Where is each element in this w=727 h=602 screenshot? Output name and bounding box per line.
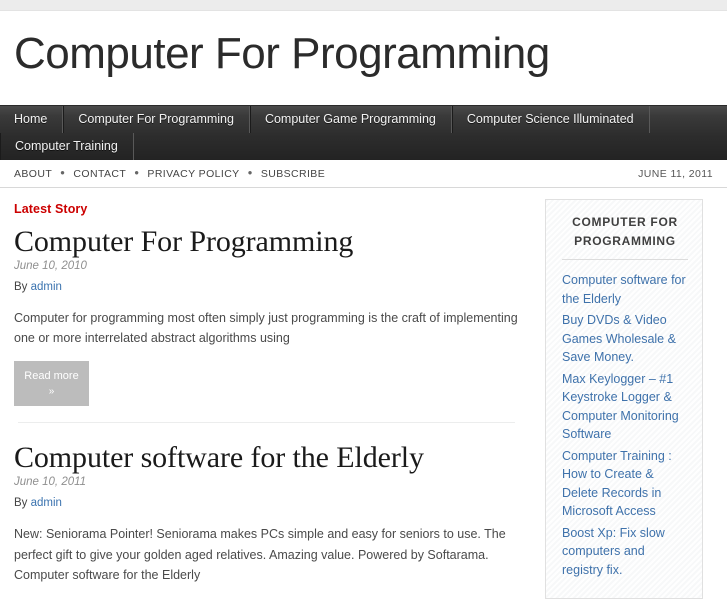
nav-item-computer-training[interactable]: Computer Training [0,133,134,160]
byline-prefix: By [14,496,28,509]
post-item: Computer software for the Elderly June 1… [14,441,523,601]
sidebar-link-buy-dvds-video-games[interactable]: Buy DVDs & Video Games Wholesale & Save … [562,311,688,367]
nav-item-home[interactable]: Home [0,106,64,133]
nav-item-computer-game-programming[interactable]: Computer Game Programming [249,106,452,133]
site-title: Computer For Programming [14,29,550,78]
list-item: Computer Training : How to Create & Dele… [562,447,688,521]
post-byline: By admin [14,497,523,509]
latest-story-label: Latest Story [14,202,88,216]
post-excerpt: Computer for programming most often simp… [14,310,518,346]
subnav-item-subscribe[interactable]: SUBSCRIBE [261,168,325,180]
post-author-link[interactable]: admin [31,281,62,293]
bullet-separator-icon: ● [134,167,140,177]
subnav-item-privacy-policy[interactable]: PRIVACY POLICY [147,168,239,180]
list-item: Max Keylogger – #1 Keystroke Logger & Co… [562,370,688,444]
sidebar-widget-divider [562,259,688,261]
post-excerpt: New: Seniorama Pointer! Seniorama makes … [14,526,506,583]
sidebar-link-max-keylogger[interactable]: Max Keylogger – #1 Keystroke Logger & Co… [562,370,688,444]
post-byline: By admin [14,281,523,293]
sidebar-widget-title: COMPUTER FOR PROGRAMMING [572,215,678,248]
chevron-right-icon: » [48,385,55,397]
list-item: Buy DVDs & Video Games Wholesale & Save … [562,311,688,367]
list-item: Boost Xp: Fix slow computers and registr… [562,524,688,580]
secondary-nav-links: ABOUT ● CONTACT ● PRIVACY POLICY ● SUBSC… [14,168,325,180]
byline-prefix: By [14,280,28,293]
sidebar-link-computer-training-microsoft-access[interactable]: Computer Training : How to Create & Dele… [562,447,688,521]
bullet-separator-icon: ● [60,167,66,177]
secondary-navigation: ABOUT ● CONTACT ● PRIVACY POLICY ● SUBSC… [0,160,727,188]
primary-navigation[interactable]: Home Computer For Programming Computer G… [0,105,727,160]
bullet-separator-icon: ● [247,167,253,177]
list-item: Computer software for the Elderly [562,271,688,308]
current-date: JUNE 11, 2011 [638,167,713,180]
main-content-column: Latest Story Computer For Programming Ju… [0,188,537,602]
sidebar-column: COMPUTER FOR PROGRAMMING Computer softwa… [537,188,727,600]
nav-item-computer-for-programming[interactable]: Computer For Programming [63,106,250,133]
site-header: Computer For Programming [0,11,727,105]
post-date: June 10, 2011 [14,475,87,488]
sidebar-link-list: Computer software for the Elderly Buy DV… [562,271,688,579]
post-title[interactable]: Computer software for the Elderly [14,441,523,475]
post-title[interactable]: Computer For Programming [14,225,523,259]
post-date: June 10, 2010 [14,259,87,272]
page-body: Latest Story Computer For Programming Ju… [0,188,727,602]
sidebar-link-computer-software-for-the-elderly[interactable]: Computer software for the Elderly [562,271,688,308]
sidebar-link-boost-xp[interactable]: Boost Xp: Fix slow computers and registr… [562,524,688,580]
post-divider [18,422,515,424]
nav-item-computer-science-illuminated[interactable]: Computer Science Illuminated [451,106,650,133]
read-more-label: Read more [24,369,79,382]
top-decorative-strip [0,0,727,11]
subnav-item-contact[interactable]: CONTACT [73,168,126,180]
post-item: Computer For Programming June 10, 2010 B… [14,225,523,410]
sidebar-widget: COMPUTER FOR PROGRAMMING Computer softwa… [545,199,703,600]
read-more-button[interactable]: Read more » [14,360,89,407]
subnav-item-about[interactable]: ABOUT [14,168,52,180]
post-author-link[interactable]: admin [31,497,62,509]
